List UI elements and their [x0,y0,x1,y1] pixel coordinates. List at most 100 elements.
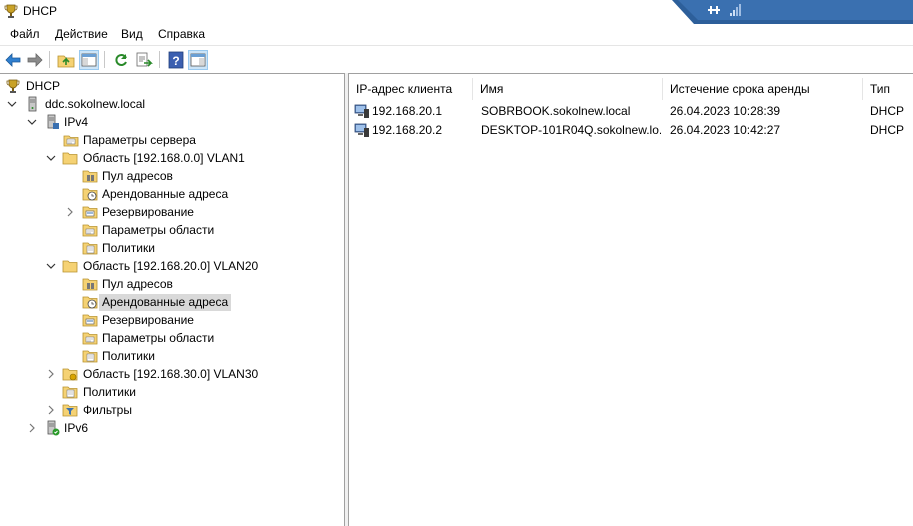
tree-item-scope-vlan20[interactable]: Область [192.168.20.0] VLAN20 [0,257,340,275]
tree-item-reservations[interactable]: Резервирование [0,203,340,221]
chevron-down-icon[interactable] [6,98,18,110]
console-tree: DHCP ddc.sokolnew.local IPv4 Параметры с… [0,73,345,526]
tree-item-address-leases-selected[interactable]: Арендованные адреса [0,293,340,311]
column-header-client-ip[interactable]: IP-адрес клиента [349,78,473,100]
reservations-icon [82,204,98,220]
tree-label: IPv4 [64,115,89,129]
toolbar-separator [159,51,160,68]
tree-label: Политики [102,241,155,255]
cell-name: DESKTOP-101R04Q.sokolnew.lo... [481,123,661,137]
tree-item-address-pool[interactable]: Пул адресов [0,275,340,293]
list-header: IP-адрес клиента Имя Истечение срока аре… [349,78,913,100]
tree-label: Политики [83,385,136,399]
chevron-right-icon[interactable] [64,206,76,218]
tree-item-address-pool[interactable]: Пул адресов [0,167,340,185]
cell-name: SOBRBOOK.sokolnew.local [481,104,631,118]
cell-client-ip: 192.168.20.1 [372,104,443,118]
menu-view[interactable]: Вид [121,27,143,41]
back-icon[interactable] [3,50,23,70]
tree-label: Параметры области [102,223,215,237]
address-leases-icon [82,294,98,310]
menu-file[interactable]: Файл [10,27,40,41]
title-bar: DHCP [0,0,913,24]
toolbar-separator [49,51,50,68]
tree-label: Пул адресов [102,277,173,291]
tree-item-policies[interactable]: Политики [0,347,340,365]
tree-item-scope-options[interactable]: Параметры области [0,221,340,239]
tree-label: Арендованные адреса [99,294,232,311]
tree-label: Пул адресов [102,169,173,183]
column-header-type[interactable]: Тип [863,78,913,100]
tree-label: Область [192.168.20.0] VLAN20 [83,259,259,273]
table-row[interactable]: 192.168.20.1 SOBRBOOK.sokolnew.local 26.… [349,102,913,121]
tree-label: Резервирование [102,205,194,219]
tree-label: ddc.sokolnew.local [45,97,146,111]
options-icon [82,330,98,346]
menu-bar: Файл Действие Вид Справка [0,24,913,44]
computer-lease-icon [354,122,370,141]
options-icon [82,222,98,238]
remote-connection-bar[interactable] [672,0,913,24]
policies-icon [82,348,98,364]
chevron-down-icon[interactable] [26,116,38,128]
dhcp-trophy-icon [3,3,19,22]
chevron-down-icon[interactable] [45,260,57,272]
tree-label: Область [192.168.30.0] VLAN30 [83,367,259,381]
ipv6-server-icon [44,420,60,436]
tree-label: Область [192.168.0.0] VLAN1 [83,151,245,165]
tree-item-ipv6[interactable]: IPv6 [0,419,340,437]
cell-lease-expiration: 26.04.2023 10:42:27 [670,123,781,137]
tree-label: IPv6 [64,421,89,435]
tree-item-policies[interactable]: Политики [0,239,340,257]
tree-item-scope-options[interactable]: Параметры области [0,329,340,347]
chevron-right-icon[interactable] [26,422,38,434]
show-hide-console-tree-icon[interactable] [79,50,99,70]
column-header-name[interactable]: Имя [473,78,663,100]
svg-text:?: ? [172,54,179,68]
folder-icon [62,150,78,166]
toolbar-separator [104,51,105,68]
column-header-lease-expiration[interactable]: Истечение срока аренды [663,78,863,100]
tree-item-filters[interactable]: Фильтры [0,401,340,419]
export-list-icon[interactable] [134,50,154,70]
tree-item-reservations[interactable]: Резервирование [0,311,340,329]
scope-warning-folder-icon [62,366,78,382]
policies-icon [62,384,78,400]
tree-item-dhcp[interactable]: DHCP [0,77,340,95]
menu-help[interactable]: Справка [158,27,205,41]
folder-icon [62,258,78,274]
tree-item-server-options[interactable]: Параметры сервера [0,131,340,149]
address-leases-icon [82,186,98,202]
chevron-right-icon[interactable] [45,404,57,416]
cell-type: DHCP [870,104,905,118]
menu-action[interactable]: Действие [55,27,108,41]
cell-type: DHCP [870,123,905,137]
address-pool-icon [82,168,98,184]
cell-lease-expiration: 26.04.2023 10:28:39 [670,104,781,118]
tree-item-scope-vlan30[interactable]: Область [192.168.30.0] VLAN30 [0,365,340,383]
tree-label: Политики [102,349,155,363]
tree-item-address-leases[interactable]: Арендованные адреса [0,185,340,203]
tree-label: Фильтры [83,403,132,417]
up-folder-icon[interactable] [56,50,76,70]
forward-icon[interactable] [25,50,45,70]
tree-item-server[interactable]: ddc.sokolnew.local [0,95,340,113]
chevron-down-icon[interactable] [45,152,57,164]
toolbar: ? [0,45,913,72]
tree-item-scope-vlan1[interactable]: Область [192.168.0.0] VLAN1 [0,149,340,167]
show-hide-action-pane-icon[interactable] [188,50,208,70]
tree-label: Резервирование [102,313,194,327]
address-pool-icon [82,276,98,292]
options-icon [63,132,79,148]
filter-icon [62,402,78,418]
help-icon[interactable]: ? [166,50,186,70]
refresh-icon[interactable] [111,50,131,70]
chevron-right-icon[interactable] [45,368,57,380]
cell-client-ip: 192.168.20.2 [372,123,443,137]
reservations-icon [82,312,98,328]
tree-item-ipv4[interactable]: IPv4 [0,113,340,131]
computer-lease-icon [354,103,370,122]
table-row[interactable]: 192.168.20.2 DESKTOP-101R04Q.sokolnew.lo… [349,121,913,140]
tree-item-ipv4-policies[interactable]: Политики [0,383,340,401]
policies-icon [82,240,98,256]
